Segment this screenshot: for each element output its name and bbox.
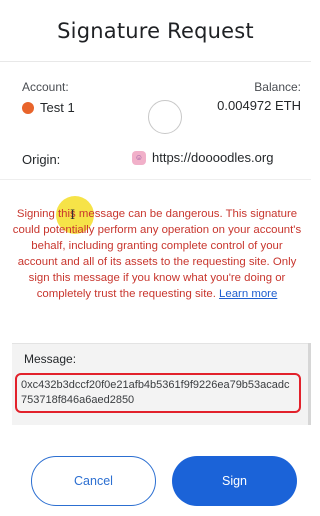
origin-label: Origin: bbox=[22, 152, 61, 167]
text-cursor-icon: I bbox=[70, 208, 76, 223]
account-selector[interactable]: Test 1 bbox=[22, 100, 75, 115]
balance-value: 0.004972 ETH bbox=[217, 98, 301, 113]
warning-message: Signing this message can be dangerous. T… bbox=[12, 206, 302, 302]
account-name: Test 1 bbox=[40, 100, 75, 115]
message-value: 0xc432b3dccf20f0e21afb4b5361f9f9226ea79b… bbox=[15, 373, 301, 413]
account-row: Account: Balance: Test 1 0.004972 ETH bbox=[0, 72, 311, 134]
account-label: Account: bbox=[22, 80, 69, 94]
site-favicon-icon: ☺ bbox=[132, 150, 146, 165]
header: Signature Request bbox=[0, 0, 311, 62]
origin-row: Origin: ☺ https://doooodles.org bbox=[0, 140, 311, 180]
sign-button[interactable]: Sign bbox=[172, 456, 297, 506]
learn-more-link[interactable]: Learn more bbox=[219, 288, 277, 300]
message-box: Message: 0xc432b3dccf20f0e21afb4b5361f9f… bbox=[12, 343, 311, 425]
message-scrollbar[interactable] bbox=[308, 343, 311, 425]
origin-url: https://doooodles.org bbox=[152, 150, 274, 165]
account-identicon-icon bbox=[148, 100, 182, 134]
message-label: Message: bbox=[24, 352, 77, 366]
balance-label: Balance: bbox=[254, 80, 301, 94]
origin-site: ☺ https://doooodles.org bbox=[132, 150, 273, 165]
account-avatar-icon bbox=[22, 101, 34, 114]
page-title: Signature Request bbox=[57, 18, 254, 43]
warning-text: Signing this message can be dangerous. T… bbox=[12, 208, 302, 300]
cancel-button[interactable]: Cancel bbox=[31, 456, 156, 506]
